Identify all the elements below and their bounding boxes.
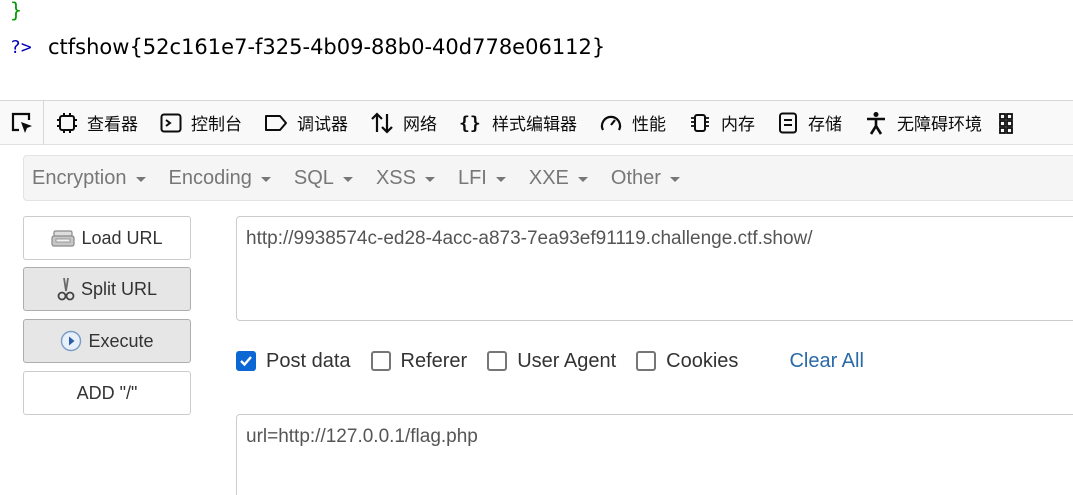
- page-output: } ?> ctfshow{52c161e7-f325-4b09-88b0-40d…: [0, 0, 1073, 100]
- cookies-label: Cookies: [666, 349, 739, 372]
- menu-encryption-label: Encryption: [32, 166, 127, 189]
- caret-down-icon: [669, 176, 680, 182]
- options-row: Post data Referer User Agent Cookies Cle…: [236, 346, 864, 376]
- debugger-icon: [265, 114, 287, 131]
- url-textarea[interactable]: http://9938574c-ed28-4acc-a873-7ea93ef91…: [236, 216, 1073, 321]
- execute-label: Execute: [88, 330, 154, 351]
- referer-checkbox[interactable]: [370, 351, 391, 371]
- menu-lfi[interactable]: LFI: [458, 167, 506, 190]
- tab-accessibility[interactable]: 无障碍环境: [852, 101, 992, 145]
- menu-xss-label: XSS: [375, 166, 416, 189]
- cookies-checkbox[interactable]: [636, 351, 657, 371]
- referer-label: Referer: [400, 349, 468, 372]
- php-close-tag: ?>: [10, 37, 32, 58]
- hackbar-menu-bar: Encryption Encoding SQL XSS LFI XXE Othe…: [23, 155, 1073, 201]
- menu-lfi-label: LFI: [457, 166, 487, 189]
- grid-icon: [999, 112, 1013, 134]
- menu-other-label: Other: [610, 166, 661, 189]
- tab-storage[interactable]: 存储: [765, 101, 852, 145]
- menu-xxe-label: XXE: [528, 166, 569, 189]
- menu-encryption[interactable]: Encryption: [32, 167, 146, 190]
- add-slash-button[interactable]: ADD "/": [23, 371, 191, 415]
- execute-button[interactable]: Execute: [23, 319, 191, 363]
- tab-more[interactable]: [992, 101, 1030, 145]
- user-agent-label: User Agent: [517, 349, 617, 372]
- memory-icon: [691, 113, 709, 132]
- tab-console-label: 控制台: [191, 115, 242, 135]
- caret-down-icon: [342, 176, 353, 182]
- split-url-label: Split URL: [80, 278, 158, 299]
- checkmark-icon: [240, 356, 252, 367]
- tab-debugger[interactable]: 调试器: [252, 101, 358, 145]
- clear-all-link[interactable]: Clear All: [789, 350, 863, 373]
- tab-inspector[interactable]: 查看器: [44, 101, 148, 145]
- tab-performance[interactable]: 性能: [587, 101, 676, 145]
- menu-other[interactable]: Other: [611, 167, 680, 190]
- load-url-icon: [51, 230, 76, 247]
- flag-text: ctfshow{52c161e7-f325-4b09-88b0-40d778e0…: [48, 35, 606, 59]
- caret-down-icon: [260, 176, 271, 182]
- element-picker-icon: [11, 112, 32, 133]
- menu-xss[interactable]: XSS: [376, 167, 435, 190]
- accessibility-icon: [867, 111, 885, 135]
- caret-down-icon: [424, 176, 435, 182]
- split-url-button[interactable]: Split URL: [23, 267, 191, 311]
- option-referer[interactable]: Referer: [370, 349, 468, 373]
- tab-network[interactable]: 网络: [358, 101, 447, 145]
- inspector-icon: [57, 112, 77, 133]
- menu-xxe[interactable]: XXE: [529, 167, 588, 190]
- tab-console[interactable]: 控制台: [148, 101, 252, 145]
- tab-style-editor[interactable]: {} 样式编辑器: [447, 101, 587, 145]
- menu-encoding[interactable]: Encoding: [169, 167, 271, 190]
- tab-accessibility-label: 无障碍环境: [897, 115, 982, 135]
- post-data-label: Post data: [266, 349, 351, 372]
- network-icon: [371, 111, 393, 134]
- tab-memory[interactable]: 内存: [676, 101, 765, 145]
- caret-down-icon: [495, 176, 506, 182]
- tab-debugger-label: 调试器: [297, 115, 348, 135]
- svg-text:{}: {}: [459, 113, 481, 134]
- post-data-value: url=http://127.0.0.1/flag.php: [246, 426, 478, 447]
- element-picker-button[interactable]: [0, 100, 44, 145]
- storage-icon: [779, 112, 797, 133]
- post-data-textarea[interactable]: url=http://127.0.0.1/flag.php: [236, 414, 1073, 495]
- play-icon: [61, 330, 82, 352]
- menu-sql-label: SQL: [293, 166, 334, 189]
- add-slash-label: ADD "/": [76, 382, 138, 403]
- tab-inspector-label: 查看器: [87, 115, 138, 135]
- tab-style-editor-label: 样式编辑器: [492, 115, 577, 135]
- tab-storage-label: 存储: [808, 115, 842, 135]
- user-agent-checkbox[interactable]: [487, 351, 508, 371]
- code-closing-brace: }: [10, 0, 23, 22]
- caret-down-icon: [135, 176, 146, 182]
- style-editor-icon: {}: [459, 113, 481, 134]
- load-url-button[interactable]: Load URL: [23, 216, 191, 260]
- option-cookies[interactable]: Cookies: [636, 350, 738, 373]
- tab-network-label: 网络: [403, 115, 437, 135]
- option-post-data[interactable]: Post data: [236, 350, 351, 373]
- menu-encoding-label: Encoding: [168, 166, 252, 189]
- url-value: http://9938574c-ed28-4acc-a873-7ea93ef91…: [246, 228, 813, 249]
- tab-memory-label: 内存: [721, 115, 755, 135]
- menu-sql[interactable]: SQL: [294, 167, 353, 190]
- console-icon: [160, 113, 182, 132]
- scissors-icon: [57, 277, 75, 301]
- tab-performance-label: 性能: [632, 115, 666, 135]
- devtools-toolbar: 查看器 控制台 调试器 网络 {} 样式编辑器 性能 内存 存储 无障碍环境: [0, 100, 1073, 145]
- caret-down-icon: [577, 176, 588, 182]
- option-user-agent[interactable]: User Agent: [487, 350, 616, 373]
- load-url-label: Load URL: [81, 227, 163, 248]
- post-data-checkbox[interactable]: [236, 351, 256, 371]
- performance-icon: [600, 115, 622, 131]
